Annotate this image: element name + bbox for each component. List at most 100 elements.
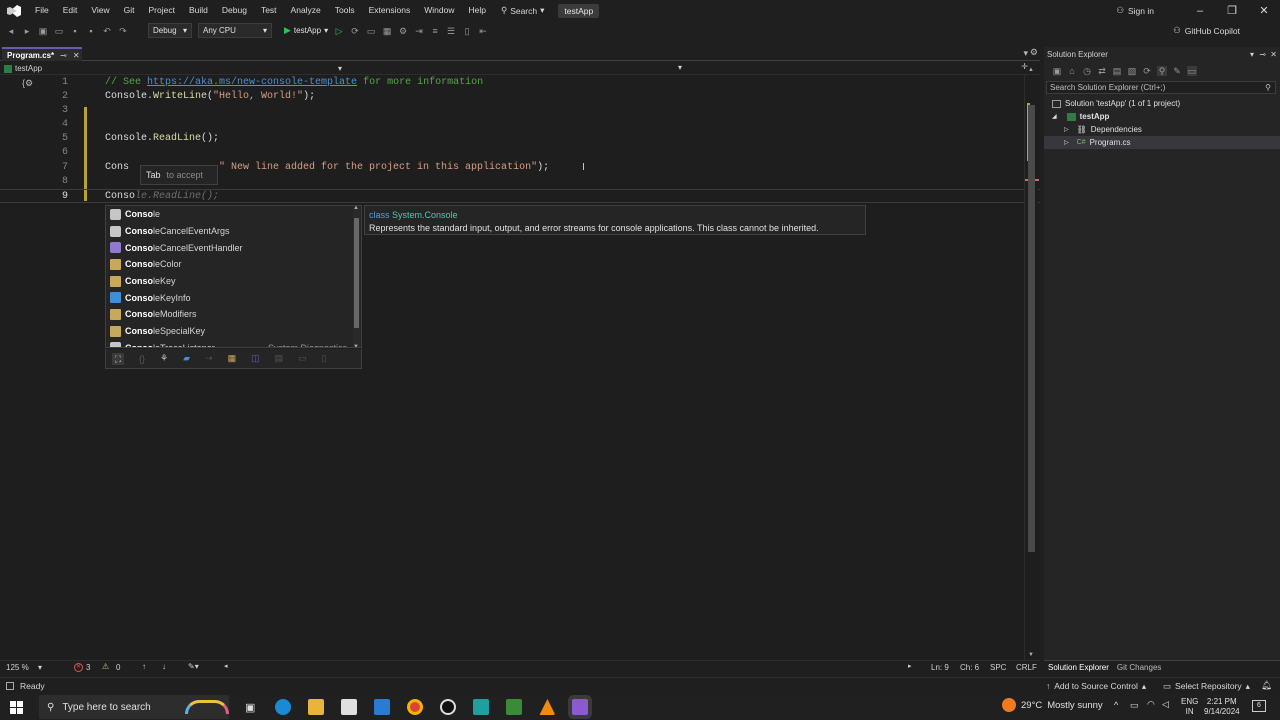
tree-item-dependencies[interactable]: ▷ ⛓ Dependencies [1064,123,1142,136]
panel-options-icon[interactable]: ▾ [1250,50,1254,59]
preview-icon[interactable]: ▭ [1187,66,1197,76]
configuration-select[interactable]: Debug ▾ [148,23,192,38]
next-issue-icon[interactable]: ↓ [162,662,166,671]
completion-item[interactable]: Console [106,206,361,223]
completion-item[interactable]: ConsoleKey [106,273,361,290]
open-folder-icon[interactable]: ▭ [54,26,64,36]
clock[interactable]: 2:21 PM 9/14/2024 [1204,697,1240,717]
format-icon[interactable]: ≡ [430,26,440,36]
warning-count[interactable]: 0 [116,663,120,672]
network-icon[interactable]: ▭ [1130,700,1139,711]
start-without-debug-icon[interactable]: ▷ [334,26,344,36]
keyword-filter-icon[interactable]: ▭ [298,353,307,364]
completion-item[interactable]: ConsoleTraceListener System.Diagnostics [106,340,361,347]
obs-icon[interactable] [440,699,457,715]
quickinfo-name[interactable]: System.Console [392,210,458,220]
completion-item[interactable]: ConsoleKeyInfo [106,289,361,306]
menu-git[interactable]: Git [117,0,142,21]
event-filter-icon[interactable]: ▤ [275,353,284,364]
vs-code-icon[interactable] [473,699,490,715]
properties-icon[interactable]: ✎ [1172,66,1182,76]
editor-vertical-scrollbar[interactable]: ▲ ▼ [1024,67,1039,660]
class-filter-icon[interactable]: ⚘ [160,353,168,364]
bookmark-prev-icon[interactable]: ⇤ [478,26,488,36]
completion-item[interactable]: ConsoleCancelEventHandler [106,239,361,256]
browser-link-icon[interactable]: ▭ [366,26,376,36]
completion-item[interactable]: ConsoleModifiers [106,306,361,323]
chrome-icon[interactable] [407,699,424,715]
scroll-down-icon[interactable]: ▼ [1028,652,1034,658]
select-repository-button[interactable]: ▭ Select Repository ▴ [1163,681,1250,692]
bookmark-icon[interactable]: ▯ [462,26,472,36]
chevron-down-icon[interactable]: ▾ [38,663,42,672]
add-icon[interactable]: ✛ [1021,62,1028,71]
back-icon[interactable]: ◂ [6,26,16,36]
start-debug-button[interactable]: ▶ testApp ▾ [284,25,328,36]
windows-start-icon[interactable] [10,700,23,714]
zoom-level[interactable]: 125 % [6,663,29,672]
redo-icon[interactable]: ↷ [118,26,128,36]
toolbox-icon[interactable]: ⚙ [398,26,408,36]
layout-icon[interactable]: ▦ [382,26,392,36]
tree-item-project[interactable]: ◢ testApp [1052,110,1109,123]
collapsed-arrow-icon[interactable]: ▷ [1064,126,1069,133]
expand-filter-icon[interactable]: ⛶ [112,352,124,365]
line-indicator[interactable]: Ln: 9 [931,663,949,672]
pin-icon[interactable]: ⊸ [1259,50,1266,59]
enum-filter-icon[interactable]: ▦ [228,353,237,364]
file-explorer-icon[interactable] [308,699,325,715]
taskbar-search-input[interactable]: ⚲ Type here to search [39,695,229,719]
tab-overflow-icon[interactable]: ▾ [1023,48,1028,59]
scroll-left-icon[interactable]: ◂ [224,662,228,670]
wifi-icon[interactable]: ◠ [1147,699,1155,710]
tree-item-solution[interactable]: Solution 'testApp' (1 of 1 project) [1052,97,1180,110]
menu-test[interactable]: Test [254,0,284,21]
scroll-up-icon[interactable]: ▲ [1028,67,1034,73]
pin-icon[interactable]: ⊸ [60,51,67,60]
menu-search[interactable]: ⚲ Search ▾ [493,5,552,16]
expanded-arrow-icon[interactable]: ◢ [1052,113,1057,120]
menu-debug[interactable]: Debug [215,0,254,21]
menu-view[interactable]: View [84,0,116,21]
close-icon[interactable]: ✕ [73,51,80,60]
notifications-bell-icon[interactable]: 🔔︎ [1261,680,1272,691]
save-all-icon[interactable]: ▪ [86,26,96,36]
menu-extensions[interactable]: Extensions [362,0,418,21]
template-link[interactable]: https://aka.ms/new-console-template [147,77,357,88]
visual-studio-icon[interactable] [572,699,589,715]
completion-item[interactable]: ConsoleSpecialKey [106,323,361,340]
refresh-icon[interactable]: ⟳ [1142,66,1152,76]
vlc-icon[interactable] [539,699,556,715]
undo-icon[interactable]: ↶ [102,26,112,36]
menu-tools[interactable]: Tools [328,0,362,21]
hot-reload-icon[interactable]: ⟳ [350,26,360,36]
project-dropdown[interactable]: testApp ▾ [4,63,344,74]
forward-icon[interactable]: ▸ [22,26,32,36]
namespace-filter-icon[interactable]: {} [139,354,145,364]
interface-filter-icon[interactable]: ◫ [251,353,260,364]
step-icon[interactable]: ⇥ [414,26,424,36]
volume-icon[interactable]: ◁ [1162,699,1169,710]
scrollbar-thumb[interactable] [354,218,359,328]
store-icon[interactable] [341,699,358,715]
collapse-all-icon[interactable]: ▤ [1112,66,1122,76]
tab-program-cs[interactable]: Program.cs* ⊸ ✕ [2,47,82,61]
snippet-filter-icon[interactable]: ▯ [322,353,327,364]
close-window-button[interactable]: ✕ [1248,4,1280,17]
solution-explorer-search-input[interactable]: Search Solution Explorer (Ctrl+;) ⚲ [1046,81,1276,94]
whitespace-indicator[interactable]: SPC [990,663,1006,672]
completion-item[interactable]: ConsoleColor [106,256,361,273]
settings-icon[interactable]: ⚙ [1030,47,1038,58]
tree-item-program-cs[interactable]: ▷ C# Program.cs [1044,136,1280,149]
switch-views-icon[interactable]: ▣ [1052,66,1062,76]
sign-in-button[interactable]: ⚇ Sign in [1116,5,1154,16]
delegate-filter-icon[interactable]: ⇢ [205,353,213,364]
add-to-source-control-button[interactable]: ↑ Add to Source Control ▴ [1046,681,1146,692]
edge-icon[interactable] [275,699,292,715]
sync-icon[interactable]: ⇄ [1097,66,1107,76]
close-icon[interactable]: ✕ [1270,50,1277,59]
github-copilot-button[interactable]: ⚇ GitHub Copilot [1173,21,1240,40]
previous-issue-icon[interactable]: ↑ [142,662,146,671]
menu-window[interactable]: Window [417,0,461,21]
show-all-files-icon[interactable]: ▧ [1127,66,1137,76]
